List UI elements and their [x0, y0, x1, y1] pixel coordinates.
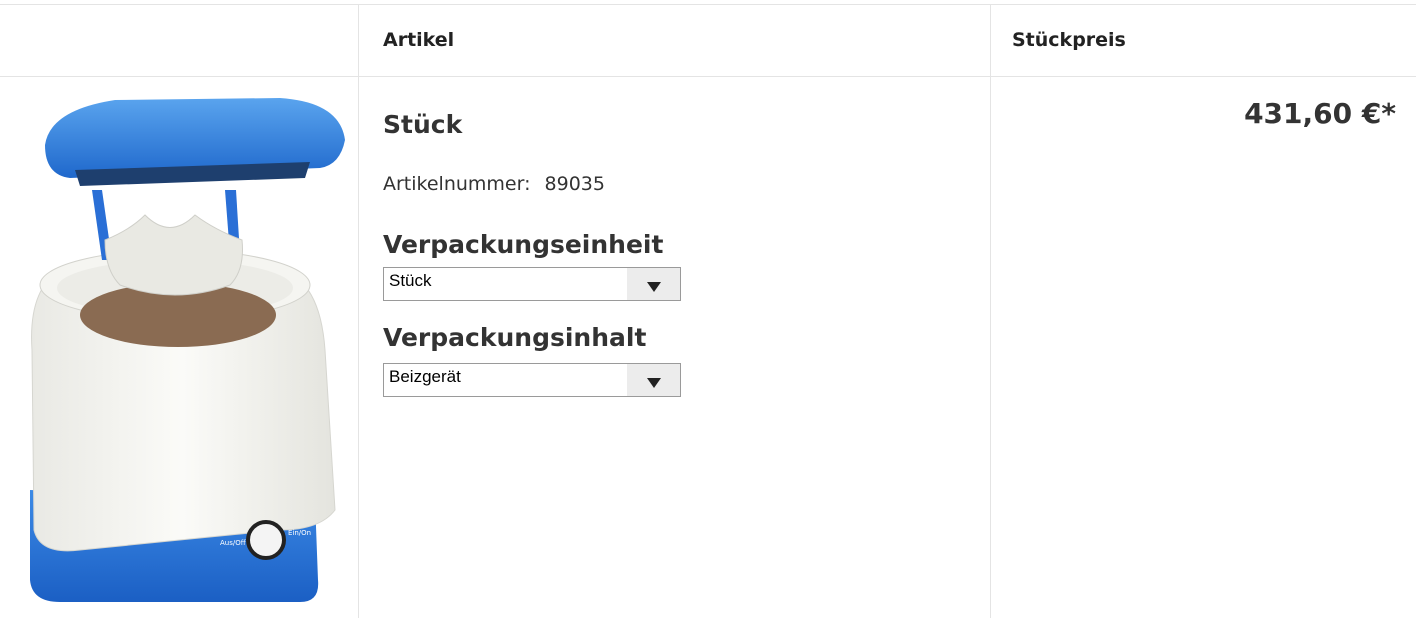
product-title: Stück	[383, 110, 463, 139]
packaging-content-selected-value: Beizgerät	[389, 367, 461, 386]
packaging-unit-label: Verpackungseinheit	[383, 230, 664, 259]
packaging-unit-select[interactable]: Stück	[383, 267, 681, 301]
unit-price: 431,60 €*	[1244, 97, 1396, 130]
column-divider-2	[990, 4, 991, 618]
table-top-border	[0, 4, 1416, 5]
header-article: Artikel	[383, 29, 455, 51]
table-header-divider	[0, 76, 1416, 77]
dropdown-arrow-icon	[627, 364, 680, 396]
svg-text:Ein/On: Ein/On	[288, 529, 311, 537]
product-image[interactable]: Aus/Off Ein/On	[20, 90, 345, 605]
packaging-unit-selected-value: Stück	[389, 271, 432, 290]
header-unit-price: Stückpreis	[1012, 29, 1126, 51]
column-divider-1	[358, 4, 359, 618]
product-table: Artikel Stückpreis Aus/Off Ein/On Stück …	[0, 0, 1416, 618]
article-number-label: Artikelnummer:	[383, 173, 531, 195]
article-number-row: Artikelnummer: 89035	[383, 173, 605, 195]
packaging-content-label: Verpackungsinhalt	[383, 323, 647, 352]
svg-text:Aus/Off: Aus/Off	[220, 539, 246, 547]
packaging-content-select[interactable]: Beizgerät	[383, 363, 681, 397]
dropdown-arrow-icon	[627, 268, 680, 300]
article-number-value: 89035	[544, 173, 605, 195]
